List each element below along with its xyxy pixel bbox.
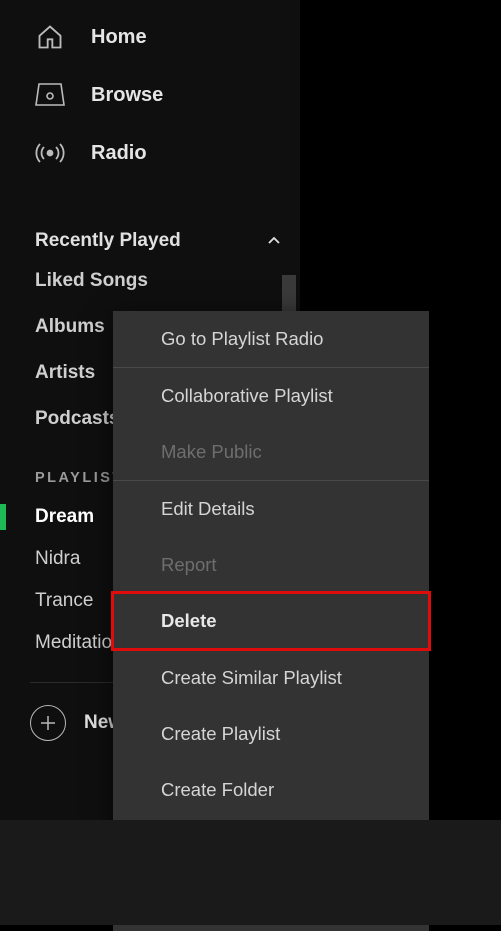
nav-home-label: Home — [91, 26, 147, 49]
ctx-make-public: Make Public — [113, 424, 429, 480]
ctx-create-playlist[interactable]: Create Playlist — [113, 706, 429, 762]
ctx-collaborative-playlist[interactable]: Collaborative Playlist — [113, 368, 429, 424]
sidebar-item-liked-songs[interactable]: Liked Songs — [0, 258, 300, 304]
nav-browse-label: Browse — [91, 84, 163, 107]
chevron-up-icon — [266, 233, 282, 249]
player-footer — [0, 820, 501, 925]
ctx-edit-details[interactable]: Edit Details — [113, 481, 429, 537]
ctx-create-folder[interactable]: Create Folder — [113, 762, 429, 818]
home-icon — [35, 22, 65, 52]
radio-icon — [35, 138, 65, 168]
ctx-create-similar-playlist[interactable]: Create Similar Playlist — [113, 650, 429, 706]
nav-browse[interactable]: Browse — [0, 66, 300, 124]
scrollbar-thumb[interactable] — [282, 275, 296, 311]
nav-main: Home Browse Radio — [0, 8, 300, 212]
plus-icon — [30, 705, 66, 741]
ctx-go-to-playlist-radio[interactable]: Go to Playlist Radio — [113, 311, 429, 367]
nav-radio[interactable]: Radio — [0, 124, 300, 182]
nav-radio-label: Radio — [91, 142, 147, 165]
browse-icon — [35, 80, 65, 110]
ctx-report: Report — [113, 537, 429, 593]
recently-played-header[interactable]: Recently Played — [0, 230, 300, 252]
ctx-delete[interactable]: Delete — [113, 593, 429, 649]
recently-played-label: Recently Played — [35, 230, 181, 252]
nav-home[interactable]: Home — [0, 8, 300, 66]
